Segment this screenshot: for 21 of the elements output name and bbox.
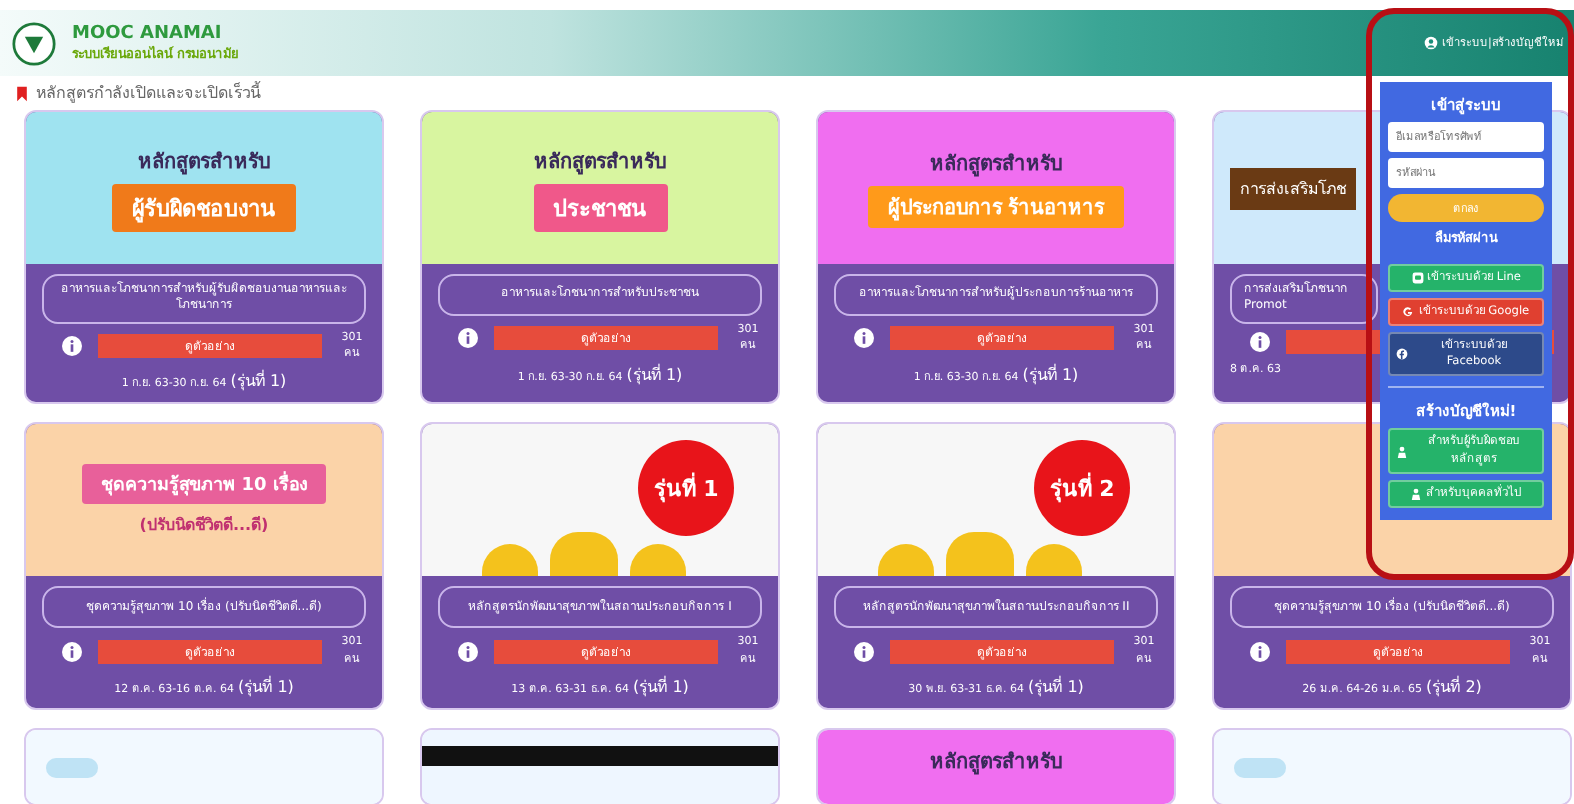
banner-ribbon: ประชาชน	[533, 183, 667, 231]
cohort-label: (รุ่นที่ 1)	[1028, 674, 1084, 700]
cohort-label: (รุ่นที่ 1)	[633, 674, 689, 700]
banner-heading: หลักสูตรสำหรับ	[138, 149, 270, 175]
banner-label: การส่งเสริมโภช	[1230, 167, 1356, 209]
banner-ribbon: ผู้รับผิดชอบงาน	[112, 183, 296, 231]
cohort-label: (รุ่นที่ 1)	[230, 368, 287, 395]
cohort-label: (รุ่นที่ 1)	[238, 674, 294, 700]
cohort-badge: รุ่นที่ 2	[1034, 440, 1130, 537]
section-title: หลักสูตรกำลังเปิดและจะเปิดเร็วนี้	[36, 80, 260, 106]
cohort-label: (รุ่นที่ 1)	[626, 362, 683, 387]
banner-heading: หลักสูตรสำหรับ	[930, 749, 1062, 776]
banner-ribbon: ผู้ประกอบการ ร้านอาหาร	[867, 186, 1125, 228]
site-title: MOOC ANAMAI	[72, 23, 224, 43]
banner-heading: (ปรับนิดชีวิตดี...ดี)	[139, 513, 269, 538]
cohort-label: (รุ่นที่ 1)	[1022, 362, 1079, 387]
banner-heading: หลักสูตรสำหรับ	[534, 149, 666, 175]
banner-ribbon: ชุดความรู้สุขภาพ 10 เรื่อง	[81, 463, 327, 504]
cohort-label: (รุ่นที่ 2)	[1426, 674, 1482, 700]
cohort-badge: รุ่นที่ 1	[638, 440, 734, 537]
banner-heading: หลักสูตรสำหรับ	[930, 151, 1062, 178]
